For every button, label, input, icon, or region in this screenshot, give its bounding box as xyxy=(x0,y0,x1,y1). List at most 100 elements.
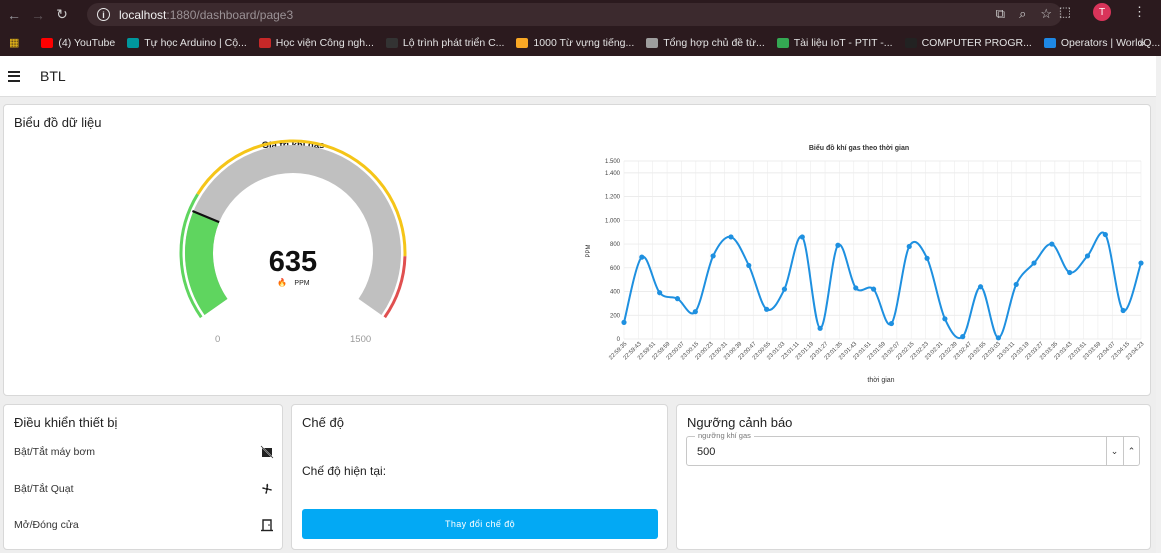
gauge-value: 635 xyxy=(269,246,317,278)
gauge-max-label: 1500 xyxy=(350,334,371,345)
fan-toggle-label: Bật/Tắt Quạt xyxy=(14,483,74,495)
pump-toggle-row[interactable]: Bật/Tắt máy bơm xyxy=(14,445,274,459)
bookmark-favicon-icon xyxy=(258,37,271,48)
chart-xlabel: thời gian xyxy=(867,377,894,384)
forward-icon[interactable]: → xyxy=(28,7,48,23)
data-point xyxy=(1067,269,1073,276)
data-point xyxy=(799,234,805,240)
bookmark-favicon-icon xyxy=(516,37,529,48)
data-point xyxy=(674,296,681,302)
door-icon[interactable] xyxy=(260,518,274,532)
increment-chevron-up-icon[interactable]: ⌃ xyxy=(1123,437,1139,465)
gas-gauge: Giá trị khí gas 635 🔥 PPM 0 1500 xyxy=(179,139,407,345)
y-tick-label: 400 xyxy=(610,290,621,296)
y-tick-label: 200 xyxy=(610,313,621,319)
data-point xyxy=(1102,231,1108,238)
bookmark-item[interactable]: 1000 Từ vựng tiếng... xyxy=(516,37,634,49)
bookmark-label: Tự học Arduino | Cộ... xyxy=(144,36,247,49)
bookmark-item[interactable]: (4) YouTube xyxy=(41,37,115,49)
data-point xyxy=(639,254,645,260)
fan-icon[interactable] xyxy=(260,482,274,496)
bookmark-label: Tài liệu IoT - PTIT -... xyxy=(793,36,893,49)
data-point xyxy=(621,319,627,325)
fan-toggle-row[interactable]: Bật/Tắt Quạt xyxy=(14,482,274,496)
door-toggle-label: Mở/Đóng cửa xyxy=(14,519,79,531)
change-mode-button[interactable]: Thay đổi chế độ xyxy=(302,509,658,539)
pump-off-icon[interactable] xyxy=(260,445,274,459)
chart-title: Biểu đồ khí gas theo thời gian xyxy=(809,143,909,152)
y-tick-label: 1.500 xyxy=(605,159,621,165)
reload-icon[interactable]: ↻ xyxy=(52,6,72,23)
profile-avatar[interactable]: T xyxy=(1093,3,1111,21)
back-icon[interactable]: ← xyxy=(4,7,24,23)
pump-toggle-label: Bật/Tắt máy bơm xyxy=(14,446,95,458)
chart-ylabel: PPM xyxy=(586,244,592,257)
bookmark-item[interactable]: Tự học Arduino | Cộ... xyxy=(127,37,247,49)
bookmark-favicon-icon xyxy=(1043,37,1056,48)
gas-threshold-input[interactable]: ngưỡng khí gas 500 ⌄ ⌃ xyxy=(686,431,1140,466)
cast-icon[interactable]: ⧉ xyxy=(996,6,1005,22)
mode-card: Chế độ Chế độ hiện tại: Thay đổi chế độ xyxy=(291,404,668,550)
bookmark-label: Học viện Công ngh... xyxy=(275,36,374,49)
bookmark-item[interactable]: COMPUTER PROGR... xyxy=(904,36,1032,49)
bookmark-label: (4) YouTube xyxy=(58,36,116,49)
y-tick-label: 800 xyxy=(610,242,621,248)
extensions-icon[interactable]: ⬚ xyxy=(1059,4,1071,20)
site-info-icon[interactable]: i xyxy=(97,8,110,21)
bookmark-label: Tổng hợp chủ đề từ... xyxy=(663,36,765,49)
menu-icon[interactable]: ⋮ xyxy=(1133,4,1146,20)
address-bar[interactable]: i localhost:1880/dashboard/page3 ⧉ ⌕ ☆ xyxy=(87,3,1062,26)
data-point xyxy=(924,255,930,261)
bookmark-favicon-icon xyxy=(41,37,54,48)
bookmark-item[interactable]: Tài liệu IoT - PTIT -... xyxy=(776,36,893,49)
zoom-icon[interactable]: ⌕ xyxy=(1019,6,1026,22)
data-point xyxy=(870,286,877,292)
data-point xyxy=(1120,307,1126,314)
data-point xyxy=(692,309,698,315)
data-point xyxy=(1049,241,1055,247)
app-header: BTL xyxy=(0,56,1161,97)
threshold-card: Ngưỡng cảnh báo ngưỡng khí gas 500 ⌄ ⌃ xyxy=(676,404,1151,550)
decrement-chevron-down-icon[interactable]: ⌄ xyxy=(1106,437,1122,465)
gas-threshold-value: 500 xyxy=(697,446,716,458)
data-point xyxy=(1084,253,1091,259)
data-point xyxy=(817,325,823,331)
data-point xyxy=(1031,260,1037,266)
bookmark-star-icon[interactable]: ☆ xyxy=(1040,6,1052,22)
more-bookmarks-icon[interactable]: » xyxy=(1139,37,1145,49)
bookmark-label: COMPUTER PROGR... xyxy=(921,36,1032,49)
current-mode-label: Chế độ hiện tại: xyxy=(302,464,387,478)
gauge-unit: PPM xyxy=(294,280,309,287)
bookmark-favicon-icon xyxy=(646,37,659,48)
card-title: Ngưỡng cảnh báo xyxy=(687,415,793,430)
data-point xyxy=(764,306,770,312)
y-tick-label: 1.200 xyxy=(605,195,621,201)
fire-icon: 🔥 xyxy=(277,277,287,287)
bookmark-item[interactable]: Tổng hợp chủ đề từ... xyxy=(646,36,765,49)
gauge-fill xyxy=(185,211,228,315)
bookmark-favicon-icon xyxy=(385,37,398,48)
apps-grid-icon[interactable]: ▦ xyxy=(9,36,19,49)
page-scrollbar[interactable] xyxy=(1156,56,1161,553)
y-tick-label: 1.400 xyxy=(605,171,621,177)
gauge-min-label: 0 xyxy=(215,334,220,345)
gas-threshold-label: ngưỡng khí gas xyxy=(695,431,754,440)
bookmark-item[interactable]: Lộ trình phát triển C... xyxy=(385,36,505,49)
bookmark-favicon-icon xyxy=(904,37,917,48)
door-toggle-row[interactable]: Mở/Đóng cửa xyxy=(14,518,274,532)
bookmark-favicon-icon xyxy=(127,37,140,48)
bookmark-label: Lộ trình phát triển C... xyxy=(402,36,505,49)
data-point xyxy=(1138,260,1144,266)
y-tick-label: 1.000 xyxy=(605,218,621,224)
bookmark-item[interactable]: Học viện Công ngh... xyxy=(258,36,374,49)
card-title: Biểu đồ dữ liệu xyxy=(14,115,102,130)
y-tick-label: 0 xyxy=(617,337,621,343)
browser-toolbar: ← → ↻ i localhost:1880/dashboard/page3 ⧉… xyxy=(0,0,1161,29)
device-control-card: Điều khiển thiết bị Bật/Tắt máy bơm Bật/… xyxy=(3,404,283,550)
data-point xyxy=(710,253,716,259)
url-text: localhost:1880/dashboard/page3 xyxy=(119,7,294,22)
hamburger-menu-icon[interactable] xyxy=(8,68,20,84)
y-tick-label: 600 xyxy=(610,266,621,272)
card-title: Chế độ xyxy=(302,415,344,430)
bookmarks-bar: ▦ (4) YouTube Tự học Arduino | Cộ... Học v… xyxy=(0,29,1161,56)
